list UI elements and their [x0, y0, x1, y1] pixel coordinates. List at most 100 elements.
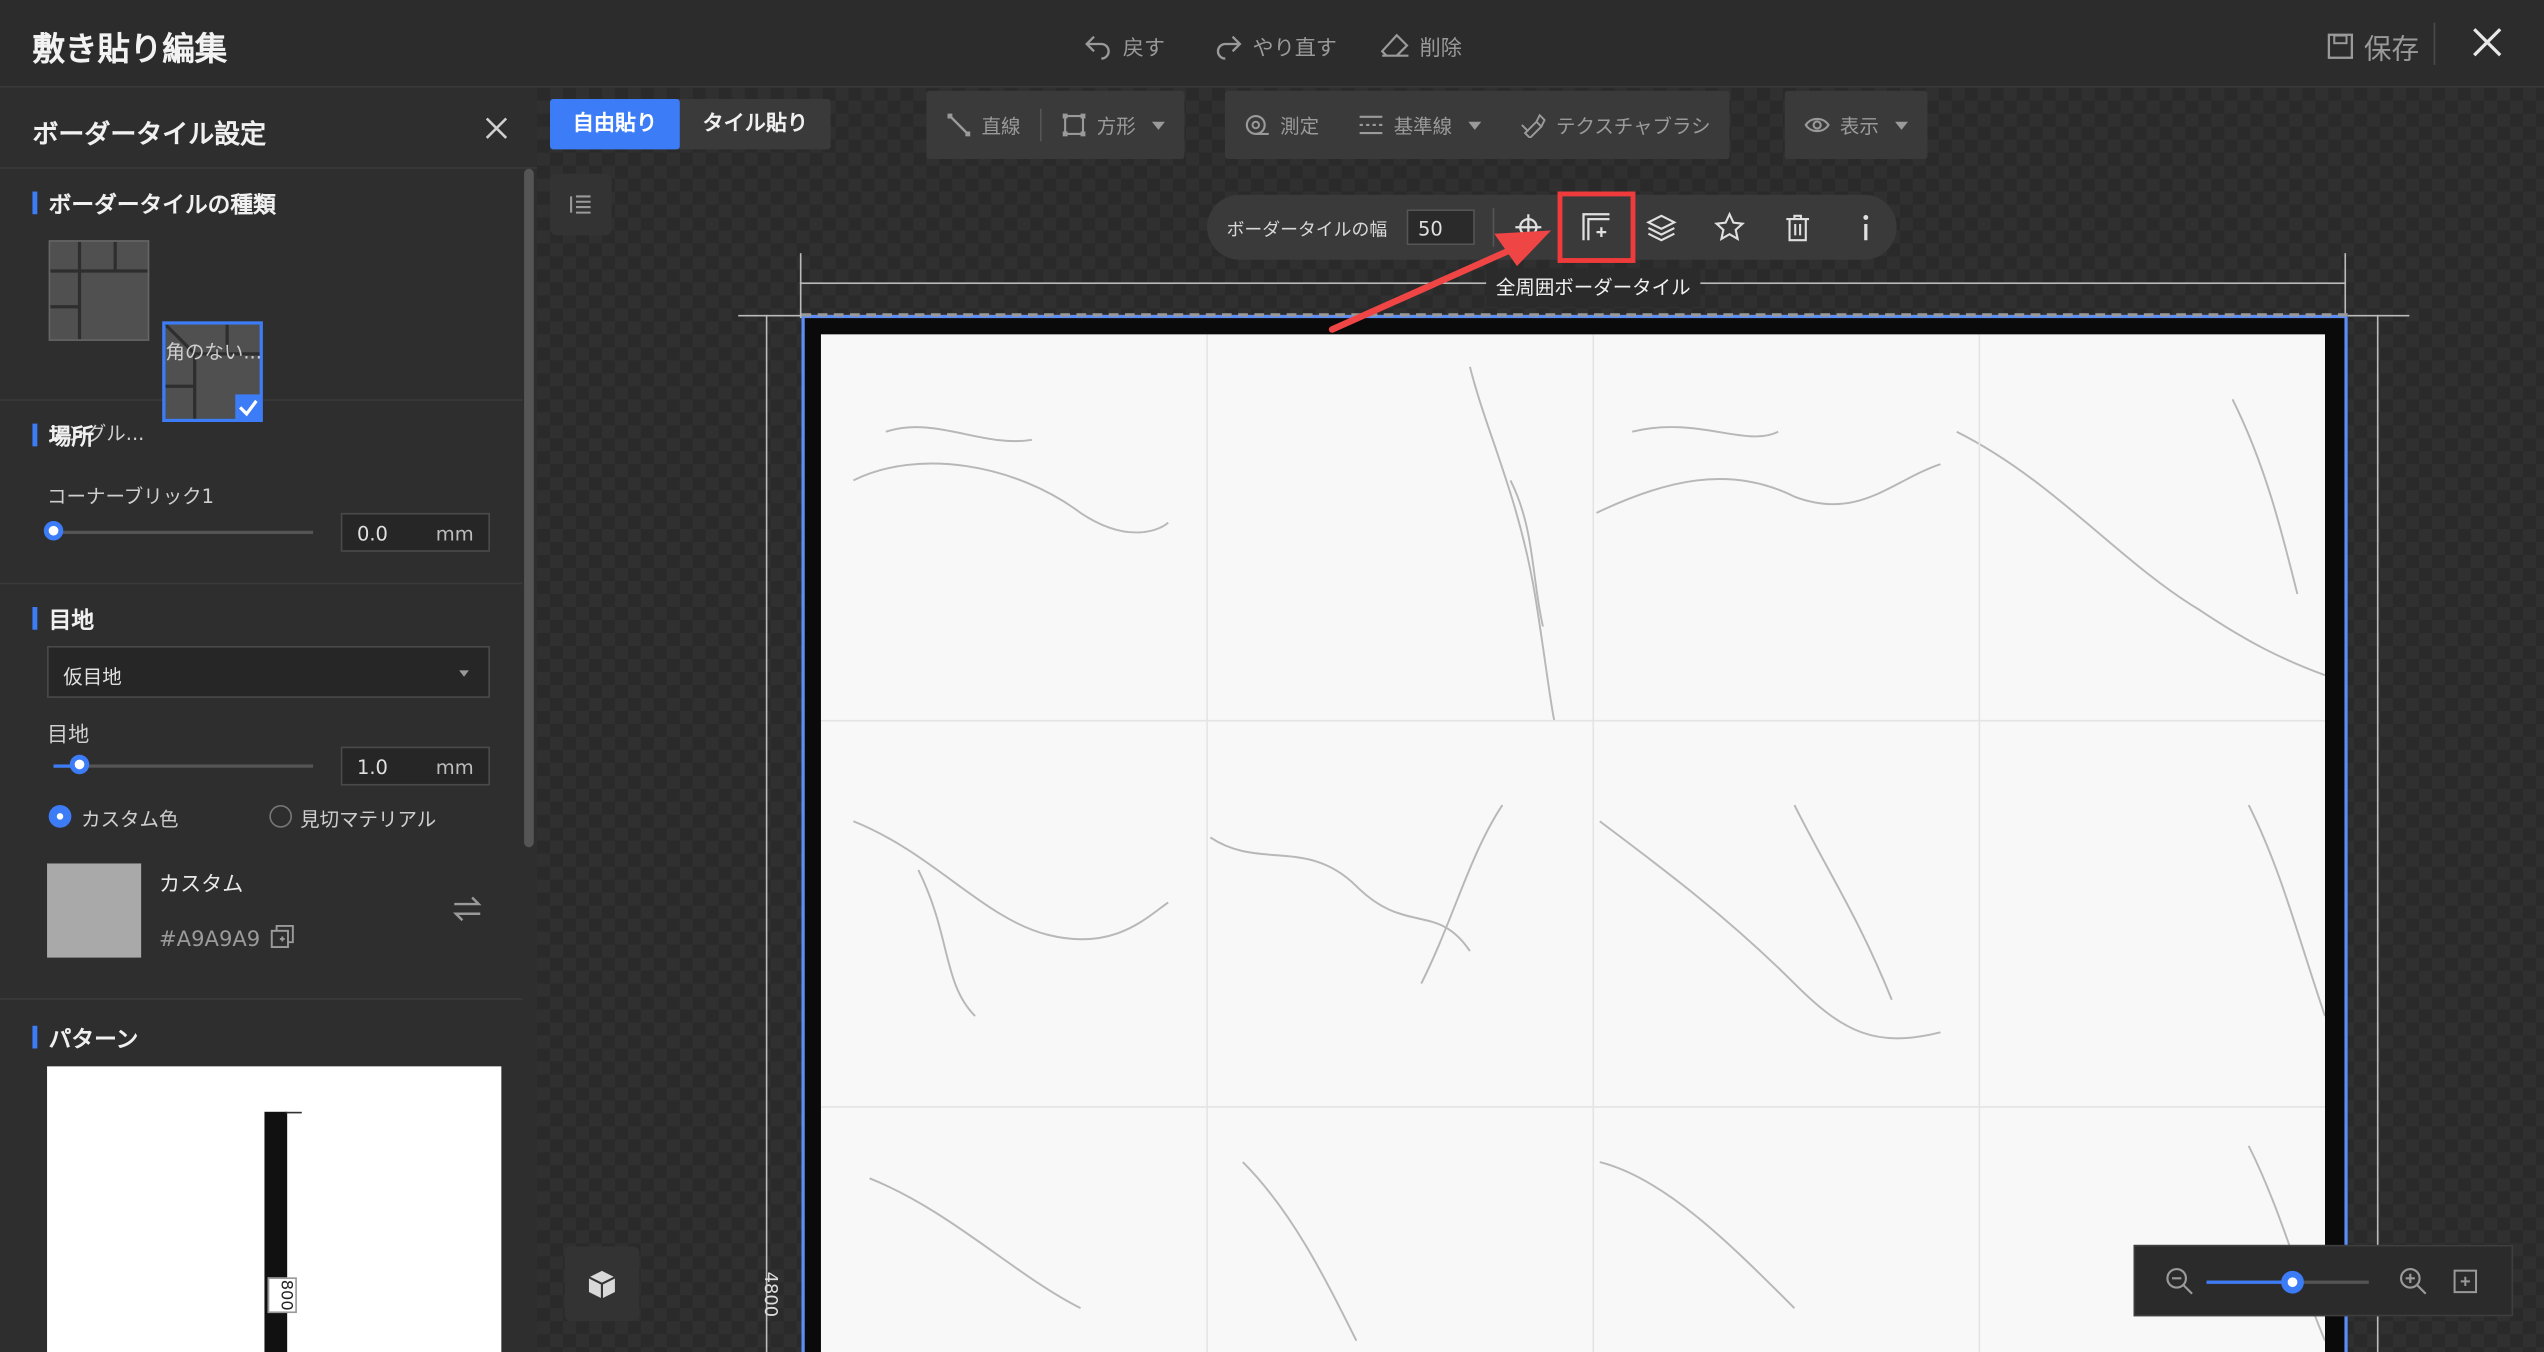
- ruler-guide: [765, 314, 768, 1352]
- radio-trim-material-label: 見切マテリアル: [300, 808, 437, 832]
- joint-label: 目地: [47, 723, 90, 749]
- ruler-guide: [799, 253, 802, 319]
- ruler-guide: [2344, 253, 2347, 319]
- tab-tile-laying[interactable]: タイル貼り: [680, 99, 831, 149]
- zoom-in-icon[interactable]: [2398, 1266, 2429, 1297]
- delete-label: 削除: [1419, 36, 1462, 61]
- edit-canvas[interactable]: 自由貼り タイル貼り 直線 方形 測定 基準線 テクスチャブラシ 表示 4800…: [537, 87, 2544, 1352]
- baseline-icon: [1359, 115, 1383, 135]
- undo-icon: [1085, 35, 1110, 60]
- info-icon[interactable]: [1850, 211, 1882, 243]
- top-bar: 敷き貼り編集 戻す やり直す 削除 保存: [0, 0, 2544, 88]
- app-window: 敷き貼り編集 戻す やり直す 削除 保存 ボーダータイル設定 ボーダータイルの種…: [0, 0, 2544, 1352]
- perimeter-border-icon: [1582, 213, 1610, 241]
- full-perimeter-border-button[interactable]: [1557, 191, 1636, 263]
- cube-icon: [588, 1270, 616, 1299]
- chevron-down-icon: [1151, 120, 1165, 130]
- tab-free-laying[interactable]: 自由貼り: [550, 99, 680, 150]
- copy-icon[interactable]: [269, 924, 295, 950]
- trash-icon[interactable]: [1781, 211, 1813, 243]
- location-section: 場所 コーナーブリック1 0.0 mm: [0, 401, 523, 585]
- list-button[interactable]: [550, 173, 612, 236]
- eraser-icon: [1380, 33, 1409, 57]
- location-input[interactable]: 0.0 mm: [340, 512, 490, 552]
- measure-tool[interactable]: 測定: [1225, 91, 1339, 159]
- section-title: 場所: [32, 420, 94, 452]
- joint-width-input[interactable]: 1.0 mm: [340, 746, 490, 786]
- zoom-out-icon[interactable]: [2164, 1266, 2195, 1297]
- close-icon[interactable]: [483, 115, 509, 141]
- save-icon: [2327, 33, 2354, 59]
- pattern-dimension: 800: [267, 1277, 297, 1314]
- side-dimension: 4800: [760, 1271, 782, 1318]
- chevron-down-icon: [1895, 120, 1909, 130]
- view-menu[interactable]: 表示: [1785, 91, 1928, 159]
- pattern-dim-tick: [285, 1111, 302, 1114]
- color-name: カスタム: [159, 873, 244, 898]
- 3d-view-button[interactable]: [564, 1246, 640, 1322]
- tile-type-section: ボーダータイルの種類 アングル... 角のない...: [0, 169, 523, 445]
- pattern-border-strip: [264, 1111, 288, 1352]
- line-tool[interactable]: 直線: [926, 91, 1040, 159]
- zoom-slider-thumb[interactable]: [2280, 1270, 2304, 1294]
- border-outline: [801, 313, 2348, 317]
- baseline-tool[interactable]: 基準線: [1339, 91, 1501, 159]
- joint-slider[interactable]: [53, 764, 314, 768]
- pattern-preview: 800: [47, 1066, 502, 1352]
- delete-button[interactable]: 削除: [1380, 29, 1462, 61]
- fit-view-icon[interactable]: [2452, 1268, 2480, 1296]
- color-hex: #A9A9A9: [159, 928, 261, 953]
- border-tile-settings-panel: ボーダータイル設定 ボーダータイルの種類 アングル... 角のない... 場所 …: [0, 87, 538, 1352]
- texture-brush-tool[interactable]: テクスチャブラシ: [1501, 91, 1730, 159]
- tile-type-angle[interactable]: [48, 240, 150, 341]
- layers-icon[interactable]: [1645, 211, 1677, 243]
- radio-custom-color[interactable]: [48, 805, 72, 828]
- chevron-down-icon: [459, 670, 469, 677]
- swap-icon[interactable]: [451, 893, 483, 925]
- section-title: 目地: [32, 604, 94, 636]
- rect-tool[interactable]: 方形: [1042, 91, 1185, 159]
- annotation-arrow: [1328, 230, 1552, 333]
- undo-button[interactable]: 戻す: [1084, 29, 1165, 61]
- location-slider[interactable]: [53, 530, 314, 534]
- floor-area[interactable]: [801, 314, 2348, 1352]
- tile-type-no-corner-label: 角のない...: [165, 340, 262, 364]
- eye-icon: [1804, 117, 1830, 133]
- list-icon: [570, 195, 591, 214]
- draw-tools: 直線 方形: [926, 90, 1185, 160]
- mode-tabs: 自由貼り タイル貼り: [550, 99, 831, 150]
- section-title: パターン: [32, 1023, 138, 1055]
- redo-button[interactable]: やり直す: [1214, 29, 1337, 61]
- joint-slider-thumb[interactable]: [69, 754, 90, 775]
- panel-scrollbar[interactable]: [524, 168, 534, 848]
- zoom-control: [2133, 1244, 2514, 1317]
- panel-header: ボーダータイル設定: [0, 88, 538, 169]
- joint-type-select[interactable]: 仮目地: [47, 645, 490, 698]
- close-icon[interactable]: [2468, 23, 2507, 62]
- chevron-down-icon: [1468, 120, 1482, 130]
- zoom-slider-fill: [2206, 1280, 2292, 1284]
- save-label: 保存: [2363, 34, 2420, 67]
- redo-label: やり直す: [1252, 36, 1337, 61]
- view-tools: 表示: [1784, 90, 1928, 160]
- window-title: 敷き貼り編集: [32, 29, 228, 69]
- tape-measure-icon: [1245, 114, 1269, 135]
- color-swatch[interactable]: [47, 863, 142, 958]
- joint-section: 目地 仮目地 目地 1.0 mm カスタム色 見切マテリアル カスタム #A9A…: [0, 584, 523, 1000]
- texture-brush-icon: [1521, 113, 1546, 138]
- angle-tile-icon: [50, 241, 148, 340]
- rect-icon: [1062, 113, 1086, 137]
- section-title: ボーダータイルの種類: [32, 188, 276, 220]
- redo-icon: [1216, 35, 1242, 60]
- radio-custom-color-label: カスタム色: [81, 808, 179, 832]
- corner-brick-label: コーナーブリック1: [47, 485, 215, 509]
- save-button[interactable]: 保存: [2327, 26, 2419, 67]
- marble-tile-grid: [820, 334, 2325, 1352]
- location-slider-thumb[interactable]: [43, 520, 64, 541]
- radio-trim-material[interactable]: [269, 805, 293, 828]
- undo-label: 戻す: [1122, 36, 1165, 61]
- divider: [2433, 22, 2436, 65]
- measure-tools: 測定 基準線 テクスチャブラシ: [1224, 90, 1731, 160]
- star-icon[interactable]: [1713, 211, 1745, 243]
- line-icon: [947, 113, 971, 137]
